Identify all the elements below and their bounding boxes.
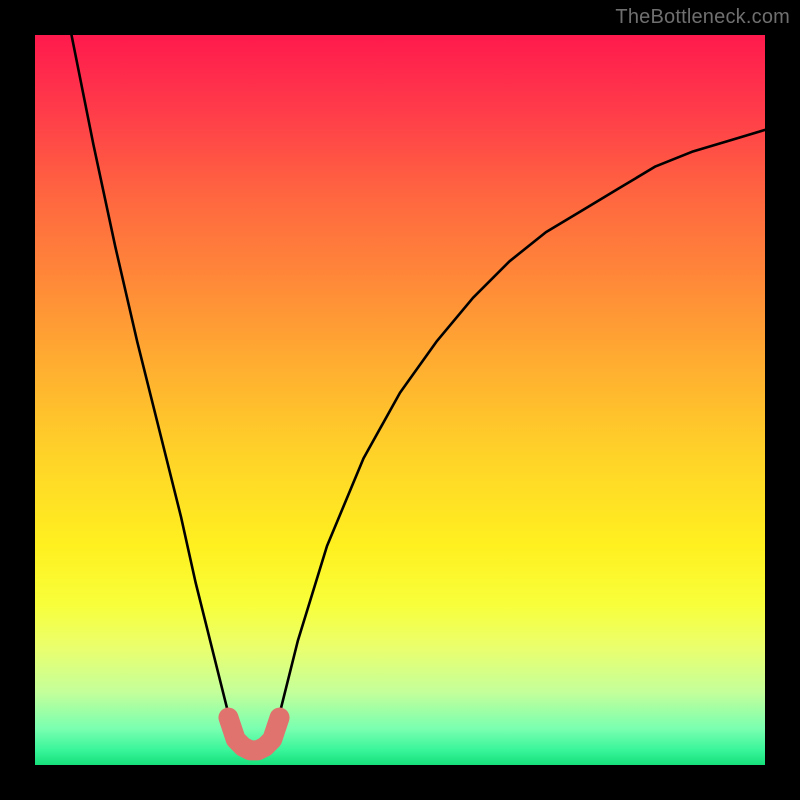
watermark-text: TheBottleneck.com [615,6,790,29]
chart-svg [35,35,765,765]
chart-frame: TheBottleneck.com [0,0,800,800]
curve-line [72,35,766,750]
valley-highlight [228,718,279,751]
